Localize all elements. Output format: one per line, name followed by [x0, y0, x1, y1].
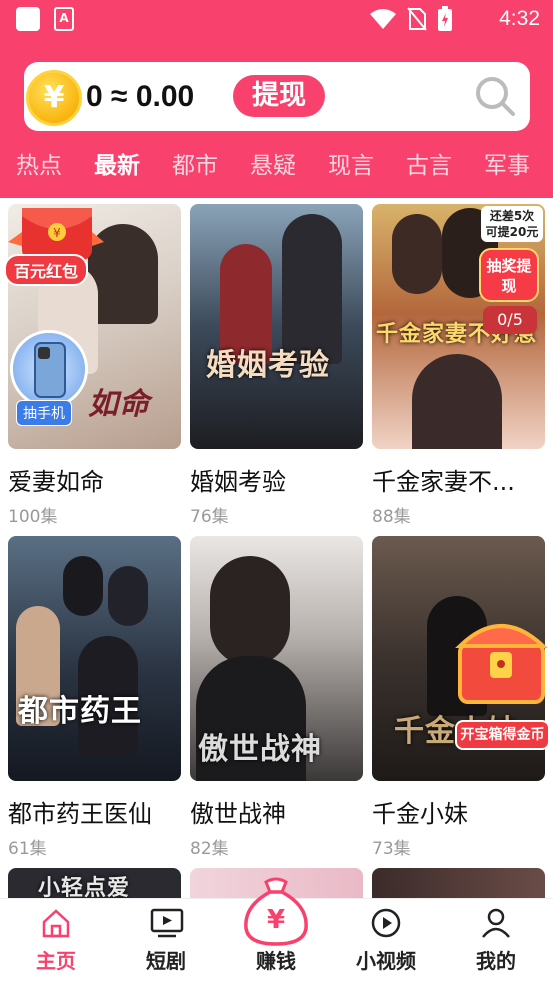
play-icon — [371, 908, 401, 938]
draw-tip-line1: 还差5次 — [489, 209, 535, 223]
phone-prize-label: 抽手机 — [16, 400, 72, 426]
nav-dramas[interactable]: 短剧 — [116, 899, 216, 983]
coin-bar[interactable]: ¥ 0 ≈ 0.00 提现 — [24, 62, 530, 131]
nav-short-videos[interactable]: 小视频 — [336, 899, 436, 983]
tv-icon — [150, 908, 184, 938]
tab-hot[interactable]: 热点 — [16, 143, 62, 189]
draw-withdraw-button[interactable]: 抽奖提现 — [479, 248, 539, 302]
treasure-chest-icon[interactable] — [454, 604, 549, 708]
poster-title: 傲世战神 — [198, 732, 322, 767]
tab-modern-romance[interactable]: 现言 — [328, 143, 374, 189]
coin-balance: 0 ≈ 0.00 — [86, 80, 195, 113]
nav-home[interactable]: 主页 — [6, 899, 106, 983]
nav-short-videos-label: 小视频 — [356, 949, 416, 973]
treasure-chest-label[interactable]: 开宝箱得金币 — [455, 720, 550, 750]
drama-episodes: 82集 — [190, 839, 229, 859]
draw-progress: 0/5 — [483, 306, 537, 334]
poster-title: 如命 — [88, 387, 150, 422]
drama-grid: 如命 爱妻如命 100集 婚姻考验 婚姻考验 76集 千金家妻不好惹 千金家妻不… — [0, 198, 553, 908]
user-icon — [482, 908, 510, 938]
home-icon — [42, 909, 70, 938]
nav-profile[interactable]: 我的 — [446, 899, 546, 983]
phone-icon — [10, 330, 88, 408]
tab-latest[interactable]: 最新 — [94, 143, 140, 189]
tab-urban[interactable]: 都市 — [172, 143, 218, 189]
drama-poster[interactable]: 傲世战神 — [190, 536, 363, 781]
header: A 4:32 ¥ 0 ≈ 0.00 提现 热点 最新 都市 悬疑 现言 古言 军… — [0, 0, 553, 198]
status-icons — [369, 6, 453, 32]
drama-title: 爱妻如命 — [8, 468, 104, 496]
battery-icon — [438, 6, 452, 31]
svg-text:¥: ¥ — [267, 905, 285, 935]
drama-episodes: 76集 — [190, 507, 229, 527]
drama-poster[interactable]: 都市药王 — [8, 536, 181, 781]
poster-title: 婚姻考验 — [206, 348, 330, 383]
notification-icon — [16, 7, 40, 31]
drama-title: 千金家妻不... — [372, 468, 515, 496]
app-notification-icon: A — [54, 7, 74, 31]
wifi-icon — [370, 9, 396, 29]
drama-title: 婚姻考验 — [190, 468, 286, 496]
tab-military[interactable]: 军事 — [484, 143, 530, 189]
category-tabs: 热点 最新 都市 悬疑 现言 古言 军事 — [0, 143, 553, 189]
drama-title: 千金小妹 — [372, 800, 468, 828]
drama-title: 傲世战神 — [190, 800, 286, 828]
draw-tip-line2: 可提20元 — [485, 225, 539, 239]
poster-title: 都市药王 — [18, 694, 142, 729]
nav-home-label: 主页 — [36, 949, 76, 973]
nav-earn-label: 赚钱 — [256, 949, 296, 973]
clock: 4:32 — [499, 7, 540, 30]
no-sim-icon — [407, 7, 427, 31]
phone-prize-badge[interactable]: 抽手机 — [8, 330, 92, 426]
search-icon[interactable] — [474, 75, 516, 117]
withdraw-button[interactable]: 提现 — [233, 75, 325, 117]
coin-icon: ¥ — [26, 70, 82, 126]
drama-episodes: 61集 — [8, 839, 47, 859]
svg-text:¥: ¥ — [53, 226, 61, 240]
app-root: A 4:32 ¥ 0 ≈ 0.00 提现 热点 最新 都市 悬疑 现言 古言 军… — [0, 0, 553, 983]
tab-suspense[interactable]: 悬疑 — [250, 143, 296, 189]
drama-episodes: 88集 — [372, 507, 411, 527]
drama-title: 都市药王医仙 — [8, 800, 152, 828]
drama-episodes: 73集 — [372, 839, 411, 859]
nav-dramas-label: 短剧 — [146, 949, 186, 973]
draw-tip: 还差5次 可提20元 — [481, 206, 543, 242]
red-envelope-label[interactable]: 百元红包 — [4, 254, 89, 286]
money-bag-icon[interactable]: ¥ — [240, 876, 312, 948]
tab-ancient-romance[interactable]: 古言 — [406, 143, 452, 189]
drama-episodes: 100集 — [8, 507, 58, 527]
status-bar: A 4:32 — [0, 0, 553, 40]
nav-profile-label: 我的 — [476, 949, 516, 973]
drama-poster[interactable]: 婚姻考验 — [190, 204, 363, 449]
